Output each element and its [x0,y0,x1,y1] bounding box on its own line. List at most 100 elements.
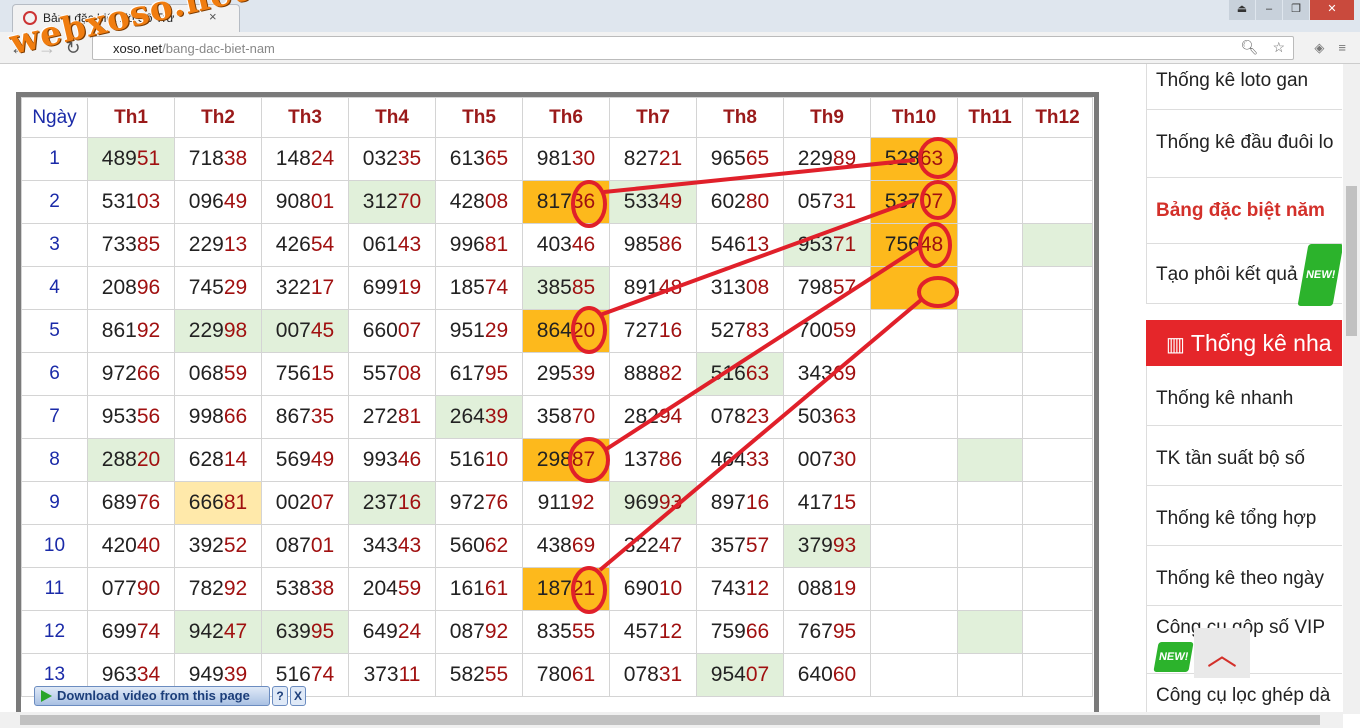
result-cell: 52783 [696,309,784,353]
result-head-digits: 503 [797,405,833,428]
result-tail-digits: 96 [136,276,161,299]
result-cell [957,610,1023,654]
address-bar[interactable]: xoso.net/bang-dac-biet-nam 🔍︎ ☆ [92,36,1294,60]
result-cell [870,309,958,353]
result-head-digits: 699 [362,276,398,299]
result-cell: 81736 [522,180,610,224]
result-cell [870,266,958,310]
result-cell: 00207 [261,481,349,525]
window-minimize-button[interactable]: – [1256,0,1282,20]
result-cell [957,524,1023,568]
result-cell [957,352,1023,396]
result-head-digits: 700 [797,319,833,342]
result-head-digits: 953 [797,233,833,256]
result-tail-digits: 16 [397,491,422,514]
result-head-digits: 298 [536,448,572,471]
sidebar-item-thong-ke-nhanh[interactable]: Thống kê nhanh [1146,366,1342,426]
horizontal-scrollbar[interactable] [0,712,1343,728]
result-tail-digits: 21 [571,577,596,600]
result-tail-digits: 66 [136,362,161,385]
sidebar-item-tao-phoi[interactable]: Tạo phôi kết quả NEW! [1146,244,1342,306]
result-tail-digits: 74 [310,663,335,686]
result-cell: 86735 [261,395,349,439]
result-tail-digits: 92 [136,319,161,342]
result-cell: 56062 [435,524,523,568]
result-head-digits: 229 [797,147,833,170]
sidebar-item-dau-duoi[interactable]: Thống kê đầu đuôi lo [1146,110,1342,178]
sidebar-item-tong-hop[interactable]: Thống kê tổng hợp [1146,486,1342,546]
result-cell: 74312 [696,567,784,611]
result-cell: 07831 [609,653,697,697]
result-cell: 18721 [522,567,610,611]
result-tail-digits: 89 [832,147,857,170]
result-cell: 39252 [174,524,262,568]
window-eject-icon[interactable]: ⏏ [1229,0,1255,20]
result-tail-digits: 55 [571,620,596,643]
horizontal-scrollbar-thumb[interactable] [20,715,1320,725]
sidebar-item-loto-gan[interactable]: Thống kê loto gan [1146,64,1342,110]
help-button[interactable]: ? [272,686,288,706]
result-head-digits: 942 [188,620,224,643]
download-video-button[interactable]: Download video from this page [34,686,270,706]
vertical-scrollbar-thumb[interactable] [1346,186,1357,336]
result-head-digits: 617 [449,362,485,385]
scroll-to-top-button[interactable]: ︿ [1194,628,1250,678]
result-cell: 75615 [261,352,349,396]
sidebar-item-theo-ngay[interactable]: Thống kê theo ngày [1146,546,1342,606]
result-tail-digits: 31 [832,190,857,213]
result-head-digits: 007 [797,448,833,471]
result-cell: 48951 [87,137,175,181]
result-tail-digits: 69 [571,534,596,557]
result-tail-digits: 35 [310,405,335,428]
extension-icon[interactable]: ◈ [1314,40,1324,56]
vertical-scrollbar[interactable] [1343,64,1360,714]
result-cell: 06143 [348,223,436,267]
result-tail-digits: 57 [832,276,857,299]
sidebar-item-tan-suat[interactable]: TK tần suất bộ số [1146,426,1342,486]
result-cell: 42040 [87,524,175,568]
result-head-digits: 756 [275,362,311,385]
result-cell: 91192 [522,481,610,525]
result-cell: 22913 [174,223,262,267]
zoom-icon[interactable]: 🔍︎ [1241,39,1259,56]
result-cell: 98130 [522,137,610,181]
table-row: 6 97266 06859 75615 55708 61795 29539 88882 5166… [21,352,1093,396]
result-cell: 83555 [522,610,610,654]
result-head-digits: 428 [449,190,485,213]
table-row: 2 53103 09649 90801 31270 42808 81736 53349 6028… [21,180,1093,224]
result-head-digits: 161 [449,577,485,600]
result-head-digits: 088 [797,577,833,600]
result-tail-digits: 13 [223,233,248,256]
result-head-digits: 985 [623,233,659,256]
result-cell: 28294 [609,395,697,439]
result-head-digits: 288 [101,448,137,471]
result-head-digits: 373 [363,663,399,686]
result-tail-digits: 13 [745,233,770,256]
table-row: 12 69974 94247 63995 64924 08792 83555 45712 759… [21,610,1093,654]
result-head-digits: 745 [188,276,224,299]
result-tail-digits: 66 [745,620,770,643]
result-cell: 07790 [87,567,175,611]
result-tail-digits: 81 [223,491,248,514]
result-head-digits: 949 [188,663,224,686]
download-video-label: Download video from this page [57,688,250,703]
result-head-digits: 148 [275,147,311,170]
result-cell [1022,610,1093,654]
close-button[interactable]: X [290,686,306,706]
month-column-header: Th4 [348,97,436,138]
bookmark-star-icon[interactable]: ☆ [1272,39,1285,56]
menu-icon[interactable]: ≡ [1338,40,1346,56]
sidebar-item-loc-ghep[interactable]: Công cụ lọc ghép dà [1146,674,1342,714]
result-head-digits: 582 [449,663,485,686]
result-cell: 95371 [783,223,871,267]
result-cell [1022,438,1093,482]
result-cell: 26439 [435,395,523,439]
table-row: 7 95356 99866 86735 27281 26439 35870 28294 0782… [21,395,1093,439]
result-cell: 73385 [87,223,175,267]
sidebar-item-bang-dac-biet-nam[interactable]: Bảng đặc biệt năm [1146,178,1342,244]
window-restore-button[interactable]: ❐ [1283,0,1309,20]
result-cell: 22998 [174,309,262,353]
window-close-button[interactable]: ✕ [1310,0,1354,20]
day-column-header: Ngày [21,97,88,138]
result-cell: 97266 [87,352,175,396]
